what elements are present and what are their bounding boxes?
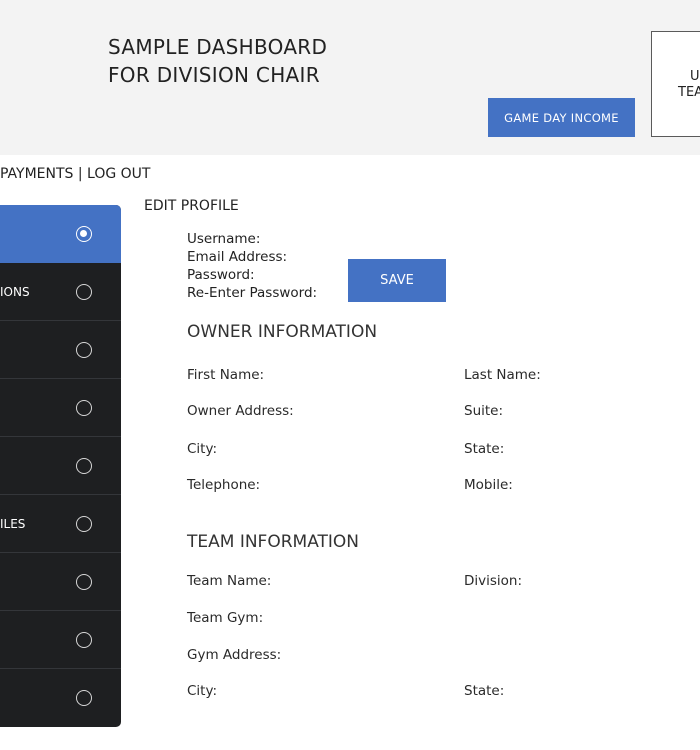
save-button[interactable]: SAVE	[348, 259, 446, 302]
sidebar-item-8[interactable]	[0, 611, 121, 669]
team-name-label: Team Name:	[187, 573, 272, 589]
team-information-heading: TEAM INFORMATION	[187, 532, 360, 552]
telephone-label: Telephone:	[187, 477, 261, 493]
edit-profile-heading: EDIT PROFILE	[144, 198, 239, 214]
sidebar-item-label: ILES	[0, 516, 26, 531]
sidebar-item-3[interactable]	[0, 321, 121, 379]
reenter-password-label: Re-Enter Password:	[187, 285, 318, 301]
radio-icon[interactable]	[76, 690, 92, 706]
team-state-label: State:	[464, 683, 505, 699]
page-title: SAMPLE DASHBOARD FOR DIVISION CHAIR	[108, 33, 327, 89]
radio-icon[interactable]	[76, 631, 92, 648]
top-nav[interactable]: PAYMENTS | LOG OUT	[0, 166, 150, 182]
password-label: Password:	[187, 267, 255, 283]
owner-address-label: Owner Address:	[187, 403, 294, 419]
sidebar-item-2[interactable]: IONS	[0, 263, 121, 321]
suite-label: Suite:	[464, 403, 504, 419]
sidebar-item-9[interactable]	[0, 669, 121, 727]
radio-icon[interactable]	[76, 283, 92, 300]
owner-information-heading: OWNER INFORMATION	[187, 322, 378, 342]
sidebar-item-4[interactable]	[0, 379, 121, 437]
owner-city-label: City:	[187, 441, 218, 457]
team-box-line1: U	[690, 69, 700, 84]
team-gym-label: Team Gym:	[187, 610, 264, 626]
header: SAMPLE DASHBOARD FOR DIVISION CHAIR GAME…	[0, 0, 700, 155]
radio-icon[interactable]	[76, 341, 92, 358]
first-name-label: First Name:	[187, 367, 265, 383]
game-day-income-button[interactable]: GAME DAY INCOME	[488, 98, 635, 137]
radio-icon[interactable]	[76, 573, 92, 590]
page-title-line1: SAMPLE DASHBOARD	[108, 35, 328, 59]
sidebar-item-5[interactable]	[0, 437, 121, 495]
sidebar-item-6[interactable]: ILES	[0, 495, 121, 553]
radio-icon[interactable]	[76, 457, 92, 474]
page-title-line2: FOR DIVISION CHAIR	[108, 63, 320, 87]
radio-selected-icon[interactable]	[76, 226, 92, 242]
radio-icon[interactable]	[76, 515, 92, 532]
division-label: Division:	[464, 573, 523, 589]
sidebar-item-label: IONS	[0, 284, 30, 299]
sidebar-item-1[interactable]	[0, 205, 121, 263]
email-label: Email Address:	[187, 249, 288, 265]
sidebar: IONS ILES	[0, 205, 121, 727]
radio-icon[interactable]	[76, 399, 92, 416]
gym-address-label: Gym Address:	[187, 647, 282, 663]
team-box[interactable]: U TEA	[651, 31, 700, 137]
owner-state-label: State:	[464, 441, 505, 457]
mobile-label: Mobile:	[464, 477, 513, 493]
username-label: Username:	[187, 231, 261, 247]
team-city-label: City:	[187, 683, 218, 699]
sidebar-item-7[interactable]	[0, 553, 121, 611]
last-name-label: Last Name:	[464, 367, 541, 383]
team-box-line2: TEA	[678, 85, 700, 100]
